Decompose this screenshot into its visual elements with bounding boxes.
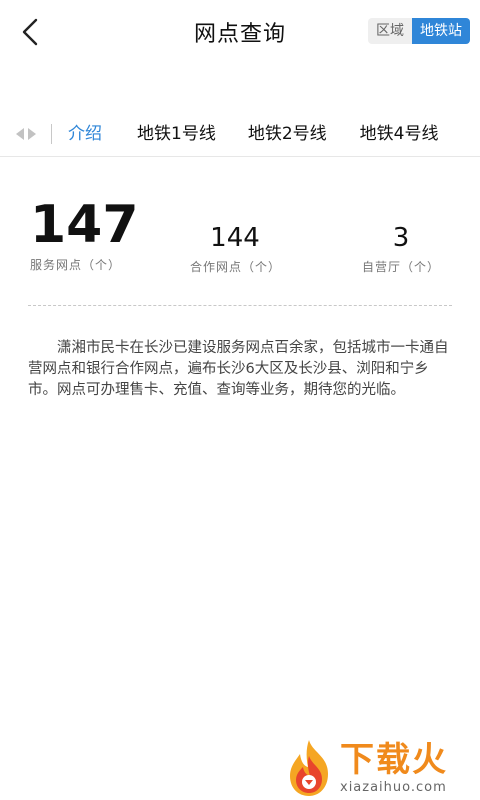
tab-metro-line-1[interactable]: 地铁1号线 [137,112,216,156]
stat-label: 服务网点（个） [30,258,122,272]
intro-text: 潇湘市民卡在长沙已建设服务网点百余家，包括城市一卡通自营网点和银行合作网点，遍布… [28,340,449,398]
stat-service-points: 147 服务网点（个） [30,196,139,273]
toggle-region[interactable]: 区域 [368,18,412,44]
stat-label: 自营厅（个） [361,260,440,274]
watermark: 下载火 xiazaihuo.com [282,738,478,800]
stats-panel: 147 服务网点（个） 144 合作网点（个） 3 自营厅（个） [0,196,480,286]
watermark-brand: 下载火 [340,740,448,780]
tab-metro-line-4[interactable]: 地铁4号线 [360,112,439,156]
header-bar: 网点查询 区域 地铁站 [0,0,480,70]
tab-scroll-control[interactable] [0,112,52,156]
dashed-divider [28,305,452,306]
back-button[interactable] [14,16,46,48]
stat-partner-points: 144 合作网点（个） [190,222,280,275]
tab-metro-line-2[interactable]: 地铁2号线 [248,112,327,156]
flame-logo-icon [290,740,328,796]
stat-value: 3 [392,223,410,253]
tab-intro[interactable]: 介绍 [68,112,102,156]
toggle-metro-station[interactable]: 地铁站 [412,18,470,44]
stat-value: 147 [30,195,139,255]
stat-own-halls: 3 自营厅（个） [356,222,446,275]
stat-value: 144 [210,223,260,253]
stat-label: 合作网点（个） [190,260,282,274]
chevron-left-icon [22,18,38,46]
tab-bar: 介绍 地铁1号线 地铁2号线 地铁4号线 [0,112,480,157]
scroll-arrows-icon [16,128,36,140]
view-toggle: 区域 地铁站 [368,18,470,44]
watermark-url: xiazaihuo.com [340,780,447,795]
